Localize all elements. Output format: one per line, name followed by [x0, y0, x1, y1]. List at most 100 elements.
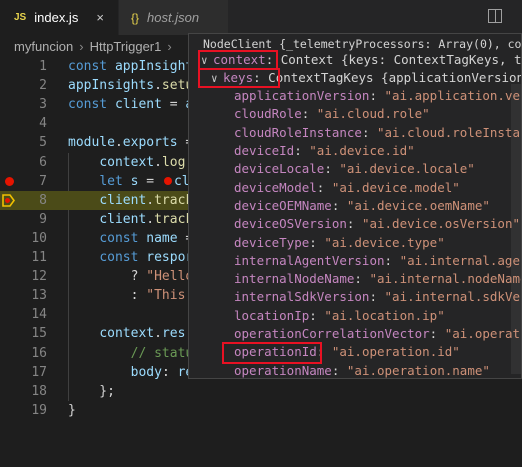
- close-icon[interactable]: ×: [96, 10, 104, 25]
- variable-value: "ai.operation.id": [331, 344, 460, 360]
- code-token: context: [99, 154, 155, 170]
- variable-row[interactable]: internalSdkVersion: "ai.internal.sdkVe: [234, 288, 520, 306]
- line-number: 9: [39, 211, 47, 227]
- variable-row[interactable]: operationCorrelationVector: "ai.operat: [234, 325, 520, 343]
- line-number: 13: [31, 288, 47, 304]
- variable-name: deviceLocale: [234, 161, 325, 177]
- variable-name: operationName: [234, 362, 332, 378]
- variable-value: "ai.device.model": [331, 179, 460, 195]
- code-text: };: [68, 382, 115, 401]
- separator: :: [324, 161, 340, 177]
- code-token: ?: [68, 269, 147, 285]
- variable-row[interactable]: deviceLocale: "ai.device.locale": [234, 160, 475, 178]
- variable-value: "ai.internal.age: [399, 252, 520, 268]
- code-text: const respor: [68, 248, 193, 267]
- code-token: .: [154, 326, 162, 342]
- variable-value: Context {keys: ContextTagKeys, t: [280, 51, 522, 67]
- code-text: // statu: [68, 344, 194, 363]
- line-number: 17: [31, 364, 47, 380]
- variable-row[interactable]: deviceType: "ai.device.type": [234, 234, 445, 252]
- line-number: 2: [39, 78, 47, 94]
- variable-row[interactable]: cloudRole: "ai.cloud.role": [234, 105, 430, 123]
- tab-bar: JS index.js × {} host.json: [0, 0, 522, 35]
- code-token: :: [68, 288, 147, 304]
- code-token: .: [146, 192, 155, 208]
- tab-label: host.json: [147, 10, 200, 25]
- tab-label: index.js: [34, 10, 79, 25]
- variable-name: internalAgentVersion: [234, 252, 385, 268]
- code-token: log: [161, 154, 186, 170]
- variable-row[interactable]: deviceModel: "ai.device.model": [234, 179, 460, 197]
- variable-row[interactable]: deviceOEMName: "ai.device.oemName": [234, 197, 490, 215]
- code-text: const name =: [68, 229, 201, 248]
- code-text: module.exports =: [68, 133, 193, 152]
- variable-value: "ai.cloud.role": [316, 106, 430, 122]
- variable-value: "ai.device.id": [309, 143, 415, 158]
- variable-value: "ai.internal.nodeName: [369, 271, 522, 287]
- code-line[interactable]: 19}: [0, 401, 522, 420]
- code-token: =: [161, 97, 186, 113]
- line-number: 6: [39, 154, 47, 170]
- variable-name: deviceType: [234, 234, 310, 250]
- code-text: appInsights.setu: [68, 76, 193, 95]
- separator: :: [316, 179, 332, 195]
- variable-name: cloudRoleInstance: [234, 124, 362, 140]
- variable-value: "ai.internal.sdkVe: [384, 289, 520, 305]
- inline-breakpoint-icon[interactable]: [163, 177, 172, 186]
- code-token: name: [146, 230, 178, 246]
- variable-value: "ai.operat: [444, 326, 520, 341]
- code-text: client.track: [68, 191, 193, 210]
- code-text: client.track: [68, 210, 193, 229]
- code-token: respor: [146, 250, 194, 265]
- variable-value: "ai.cloud.roleInsta: [377, 124, 520, 140]
- debug-hover-popup[interactable]: NodeClient {_telemetryProcessors: Array(…: [188, 33, 522, 379]
- tab-host-json[interactable]: {} host.json: [118, 0, 228, 35]
- separator: :: [429, 326, 445, 341]
- variable-row[interactable]: internalNodeName: "ai.internal.nodeName: [234, 270, 522, 288]
- variable-name: deviceModel: [234, 179, 317, 195]
- line-number: 10: [31, 230, 47, 246]
- code-token: body: [130, 364, 162, 380]
- line-number: 5: [39, 135, 47, 151]
- variable-value: "ai.device.locale": [339, 161, 475, 177]
- variable-row[interactable]: deviceId: "ai.device.id": [234, 142, 415, 160]
- variable-row[interactable]: operationName: "ai.operation.name": [234, 362, 490, 378]
- split-editor-icon[interactable]: [488, 9, 502, 23]
- code-token: // statu: [130, 345, 194, 361]
- json-file-icon: {}: [131, 10, 140, 25]
- code-token: .: [114, 135, 123, 151]
- tab-index-js[interactable]: JS index.js ×: [0, 0, 118, 35]
- separator: :: [309, 234, 325, 250]
- code-text: }: [68, 401, 76, 420]
- variable-name: deviceId: [234, 143, 295, 158]
- breadcrumb-folder[interactable]: HttpTrigger1: [90, 39, 162, 54]
- line-number: 7: [39, 173, 47, 189]
- variable-row[interactable]: deviceOSVersion: "ai.device.osVersion": [234, 215, 520, 233]
- code-token: exports: [122, 135, 178, 151]
- variable-name: deviceOEMName: [234, 197, 332, 213]
- code-token: .: [154, 154, 162, 170]
- code-token: const: [68, 59, 115, 74]
- code-token: client: [114, 97, 162, 113]
- code-token: module: [68, 135, 115, 151]
- variable-row[interactable]: cloudRoleInstance: "ai.cloud.roleInsta: [234, 124, 520, 142]
- separator: :: [294, 143, 310, 158]
- breadcrumb-folder[interactable]: myfuncion: [14, 39, 73, 54]
- variable-row[interactable]: internalAgentVersion: "ai.internal.age: [234, 252, 520, 270]
- code-token: res: [161, 326, 186, 342]
- variable-name: internalNodeName: [234, 271, 355, 287]
- code-token: =: [138, 173, 162, 189]
- variable-row[interactable]: applicationVersion: "ai.application.ve: [234, 87, 520, 105]
- code-token: "This: [146, 288, 194, 304]
- variable-row[interactable]: locationIp: "ai.location.ip": [234, 307, 445, 325]
- code-text: context.log(: [68, 153, 193, 172]
- line-number: 8: [39, 192, 47, 208]
- chevron-right-icon: ›: [79, 38, 84, 54]
- code-line[interactable]: 18 };: [0, 382, 522, 401]
- line-number: 16: [31, 345, 47, 361]
- code-token: client: [99, 192, 147, 208]
